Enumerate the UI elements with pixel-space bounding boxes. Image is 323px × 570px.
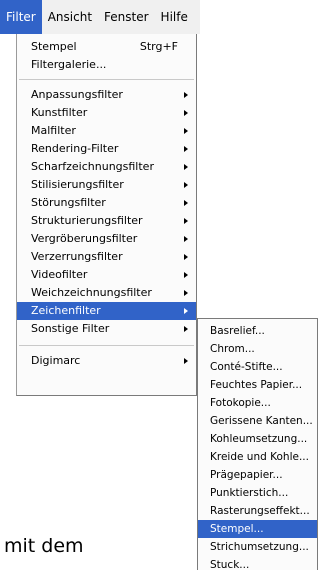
submenu-arrow-icon	[184, 200, 188, 206]
menu-separator	[19, 79, 194, 80]
menu-item-label: Weichzeichnungsfilter	[31, 286, 152, 299]
menu-item-label: Vergröberungsfilter	[31, 232, 138, 245]
menu-item-stempel-last-filter[interactable]: Stempel Strg+F	[17, 38, 196, 56]
submenu-arrow-icon	[184, 254, 188, 260]
menu-bar: Filter Ansicht Fenster Hilfe	[0, 0, 200, 34]
menu-item-malfilter[interactable]: Malfilter	[17, 122, 196, 140]
menu-item-filtergalerie[interactable]: Filtergalerie...	[17, 56, 196, 74]
menu-item-weichzeichnungsfilter[interactable]: Weichzeichnungsfilter	[17, 284, 196, 302]
submenu-item-kohleumsetzung[interactable]: Kohleumsetzung...	[198, 430, 317, 448]
menu-item-rendering-filter[interactable]: Rendering-Filter	[17, 140, 196, 158]
menu-item-label: Zeichenfilter	[31, 304, 101, 317]
menu-item-anpassungsfilter[interactable]: Anpassungsfilter	[17, 86, 196, 104]
submenu-arrow-icon	[184, 218, 188, 224]
menu-item-videofilter[interactable]: Videofilter	[17, 266, 196, 284]
submenu-arrow-icon	[184, 272, 188, 278]
menu-item-label: Kunstfilter	[31, 106, 88, 119]
submenu-arrow-icon	[184, 128, 188, 134]
menu-item-vergroeberungsfilter[interactable]: Vergröberungsfilter	[17, 230, 196, 248]
zeichenfilter-submenu: Basrelief... Chrom... Conté-Stifte... Fe…	[197, 318, 318, 570]
submenu-item-stuck[interactable]: Stuck...	[198, 556, 317, 570]
submenu-item-fotokopie[interactable]: Fotokopie...	[198, 394, 317, 412]
menubar-filter[interactable]: Filter	[0, 0, 42, 34]
submenu-arrow-icon	[184, 164, 188, 170]
submenu-item-rasterungseffekt[interactable]: Rasterungseffekt...	[198, 502, 317, 520]
menu-item-strukturierungsfilter[interactable]: Strukturierungsfilter	[17, 212, 196, 230]
submenu-arrow-icon	[184, 358, 188, 364]
menu-item-label: Scharfzeichnungsfilter	[31, 160, 154, 173]
submenu-item-strichumsetzung[interactable]: Strichumsetzung...	[198, 538, 317, 556]
filter-menu: Stempel Strg+F Filtergalerie... Anpassun…	[16, 34, 197, 396]
submenu-item-chrom[interactable]: Chrom...	[198, 340, 317, 358]
menubar-hilfe[interactable]: Hilfe	[155, 0, 194, 34]
menu-item-kunstfilter[interactable]: Kunstfilter	[17, 104, 196, 122]
submenu-arrow-icon	[184, 146, 188, 152]
menu-item-label: Stilisierungsfilter	[31, 178, 124, 191]
menu-item-label: Stempel	[31, 40, 77, 53]
menu-item-zeichenfilter[interactable]: Zeichenfilter	[17, 302, 196, 320]
menu-item-label: Digimarc	[31, 354, 81, 367]
menu-item-scharfzeichnungsfilter[interactable]: Scharfzeichnungsfilter	[17, 158, 196, 176]
menu-item-label: Videofilter	[31, 268, 88, 281]
menu-item-label: Strukturierungsfilter	[31, 214, 143, 227]
shortcut-label: Strg+F	[139, 40, 178, 53]
submenu-item-kreide-und-kohle[interactable]: Kreide und Kohle...	[198, 448, 317, 466]
menu-item-label: Filtergalerie...	[31, 58, 107, 71]
submenu-arrow-icon	[184, 110, 188, 116]
submenu-item-conte-stifte[interactable]: Conté-Stifte...	[198, 358, 317, 376]
submenu-arrow-icon	[184, 182, 188, 188]
menu-item-label: Störungsfilter	[31, 196, 106, 209]
submenu-item-gerissene-kanten[interactable]: Gerissene Kanten...	[198, 412, 317, 430]
menu-item-label: Anpassungsfilter	[31, 88, 123, 101]
submenu-arrow-icon	[184, 290, 188, 296]
menu-separator	[19, 345, 194, 346]
submenu-arrow-icon	[184, 236, 188, 242]
submenu-arrow-icon	[184, 308, 188, 314]
menubar-ansicht[interactable]: Ansicht	[42, 0, 98, 34]
menu-item-stoerungsfilter[interactable]: Störungsfilter	[17, 194, 196, 212]
submenu-item-punktierstich[interactable]: Punktierstich...	[198, 484, 317, 502]
menu-item-label: Sonstige Filter	[31, 322, 110, 335]
submenu-item-stempel[interactable]: Stempel...	[198, 520, 317, 538]
menu-item-stilisierungsfilter[interactable]: Stilisierungsfilter	[17, 176, 196, 194]
submenu-arrow-icon	[184, 92, 188, 98]
menu-item-digimarc[interactable]: Digimarc	[17, 352, 196, 370]
menubar-fenster[interactable]: Fenster	[98, 0, 155, 34]
menu-item-label: Verzerrungsfilter	[31, 250, 123, 263]
submenu-item-praegepapier[interactable]: Prägepapier...	[198, 466, 317, 484]
submenu-arrow-icon	[184, 326, 188, 332]
menu-item-label: Malfilter	[31, 124, 76, 137]
submenu-item-basrelief[interactable]: Basrelief...	[198, 322, 317, 340]
menu-item-verzerrungsfilter[interactable]: Verzerrungsfilter	[17, 248, 196, 266]
submenu-item-feuchtes-papier[interactable]: Feuchtes Papier...	[198, 376, 317, 394]
document-text: mit dem	[4, 535, 84, 557]
menu-item-sonstige-filter[interactable]: Sonstige Filter	[17, 320, 196, 338]
menu-item-label: Rendering-Filter	[31, 142, 119, 155]
